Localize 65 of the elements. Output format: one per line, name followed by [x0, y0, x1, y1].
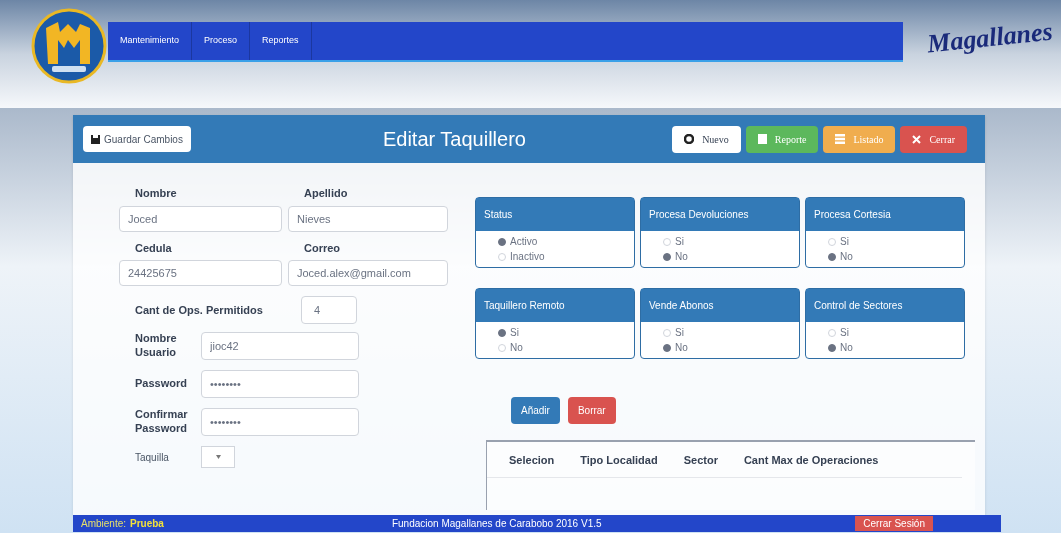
radio-option[interactable]: Activo: [498, 234, 634, 249]
text-field[interactable]: Nieves: [288, 205, 448, 232]
column-header: Selecion: [509, 453, 555, 468]
radio-icon[interactable]: [828, 343, 836, 352]
radio-icon[interactable]: [663, 252, 671, 261]
radio-icon[interactable]: [828, 252, 836, 261]
save-button[interactable]: Guardar Cambios: [83, 126, 191, 152]
column-header: Sector: [683, 453, 718, 468]
radio-option[interactable]: Si: [663, 325, 799, 340]
nav-item[interactable]: Proceso: [192, 22, 251, 60]
group-title: Taquillero Remoto: [476, 289, 634, 322]
caret-icon: [215, 455, 221, 459]
footer-text: Fundacion Magallanes de Carabobo 2016 V1.5: [391, 517, 602, 531]
environment-label: Ambiente:: [81, 517, 127, 531]
page-title: Editar Taquillero: [382, 127, 526, 152]
field-label: Password: [135, 377, 188, 391]
text-field[interactable]: Joced.alex@gmail.com: [288, 260, 448, 286]
text-field[interactable]: ••••••••: [201, 408, 359, 436]
text-field[interactable]: 4: [301, 296, 357, 324]
group-title: Vende Abonos: [641, 289, 799, 322]
group-title: Procesa Cortesia: [806, 198, 964, 231]
field-label: Apellido: [303, 186, 349, 201]
nav-item[interactable]: Mantenimiento: [108, 22, 193, 60]
radio-option[interactable]: No: [663, 249, 799, 264]
radio-option[interactable]: Si: [828, 234, 964, 249]
action-button[interactable]: Nuevo: [672, 125, 741, 153]
select-field[interactable]: [201, 446, 235, 468]
logout-button[interactable]: Cerrar Sesión: [855, 516, 933, 531]
field-label: Cant de Ops. Permitidos: [135, 302, 264, 318]
radio-option[interactable]: Si: [498, 325, 634, 340]
column-header: Cant Max de Operaciones: [743, 453, 879, 468]
text-field[interactable]: ••••••••: [201, 370, 359, 398]
column-header: Tipo Localidad: [580, 453, 658, 468]
field-label: Cedula: [134, 240, 173, 256]
environment-value: Prueba: [130, 517, 164, 531]
radio-option[interactable]: Si: [663, 234, 799, 249]
field-label: Nombre Usuario: [135, 332, 178, 360]
radio-icon[interactable]: [498, 328, 506, 337]
radio-option[interactable]: No: [828, 249, 964, 264]
logo-icon: [30, 8, 108, 84]
radio-option[interactable]: No: [663, 340, 799, 355]
action-button[interactable]: Cerrar: [900, 125, 967, 153]
field-label: Nombre: [134, 186, 178, 201]
radio-option[interactable]: Si: [828, 325, 964, 340]
text-field[interactable]: jioc42: [201, 332, 359, 360]
list-icon: [835, 134, 846, 144]
nav-item[interactable]: Reportes: [250, 22, 312, 60]
radio-option[interactable]: No: [498, 340, 634, 355]
field-label: Correo: [303, 240, 342, 256]
brand-logo: Magallanes: [925, 15, 1055, 61]
group-title: Procesa Devoluciones: [641, 198, 799, 231]
field-label: Confirmar Password: [135, 408, 189, 436]
group-title: Status: [476, 198, 634, 231]
text-field[interactable]: Joced: [119, 205, 282, 232]
radio-option[interactable]: Inactivo: [498, 249, 634, 264]
radio-option[interactable]: No: [828, 340, 964, 355]
field-label: Taquilla: [135, 450, 170, 465]
text-field[interactable]: 24425675: [119, 260, 282, 286]
close-icon: [912, 134, 922, 144]
file-icon: [757, 134, 767, 144]
radio-icon[interactable]: [498, 237, 506, 246]
table-button[interactable]: Borrar: [567, 397, 616, 424]
radio-icon[interactable]: [663, 343, 671, 352]
table-button[interactable]: Añadir: [511, 397, 560, 424]
group-title: Control de Sectores: [806, 289, 964, 322]
